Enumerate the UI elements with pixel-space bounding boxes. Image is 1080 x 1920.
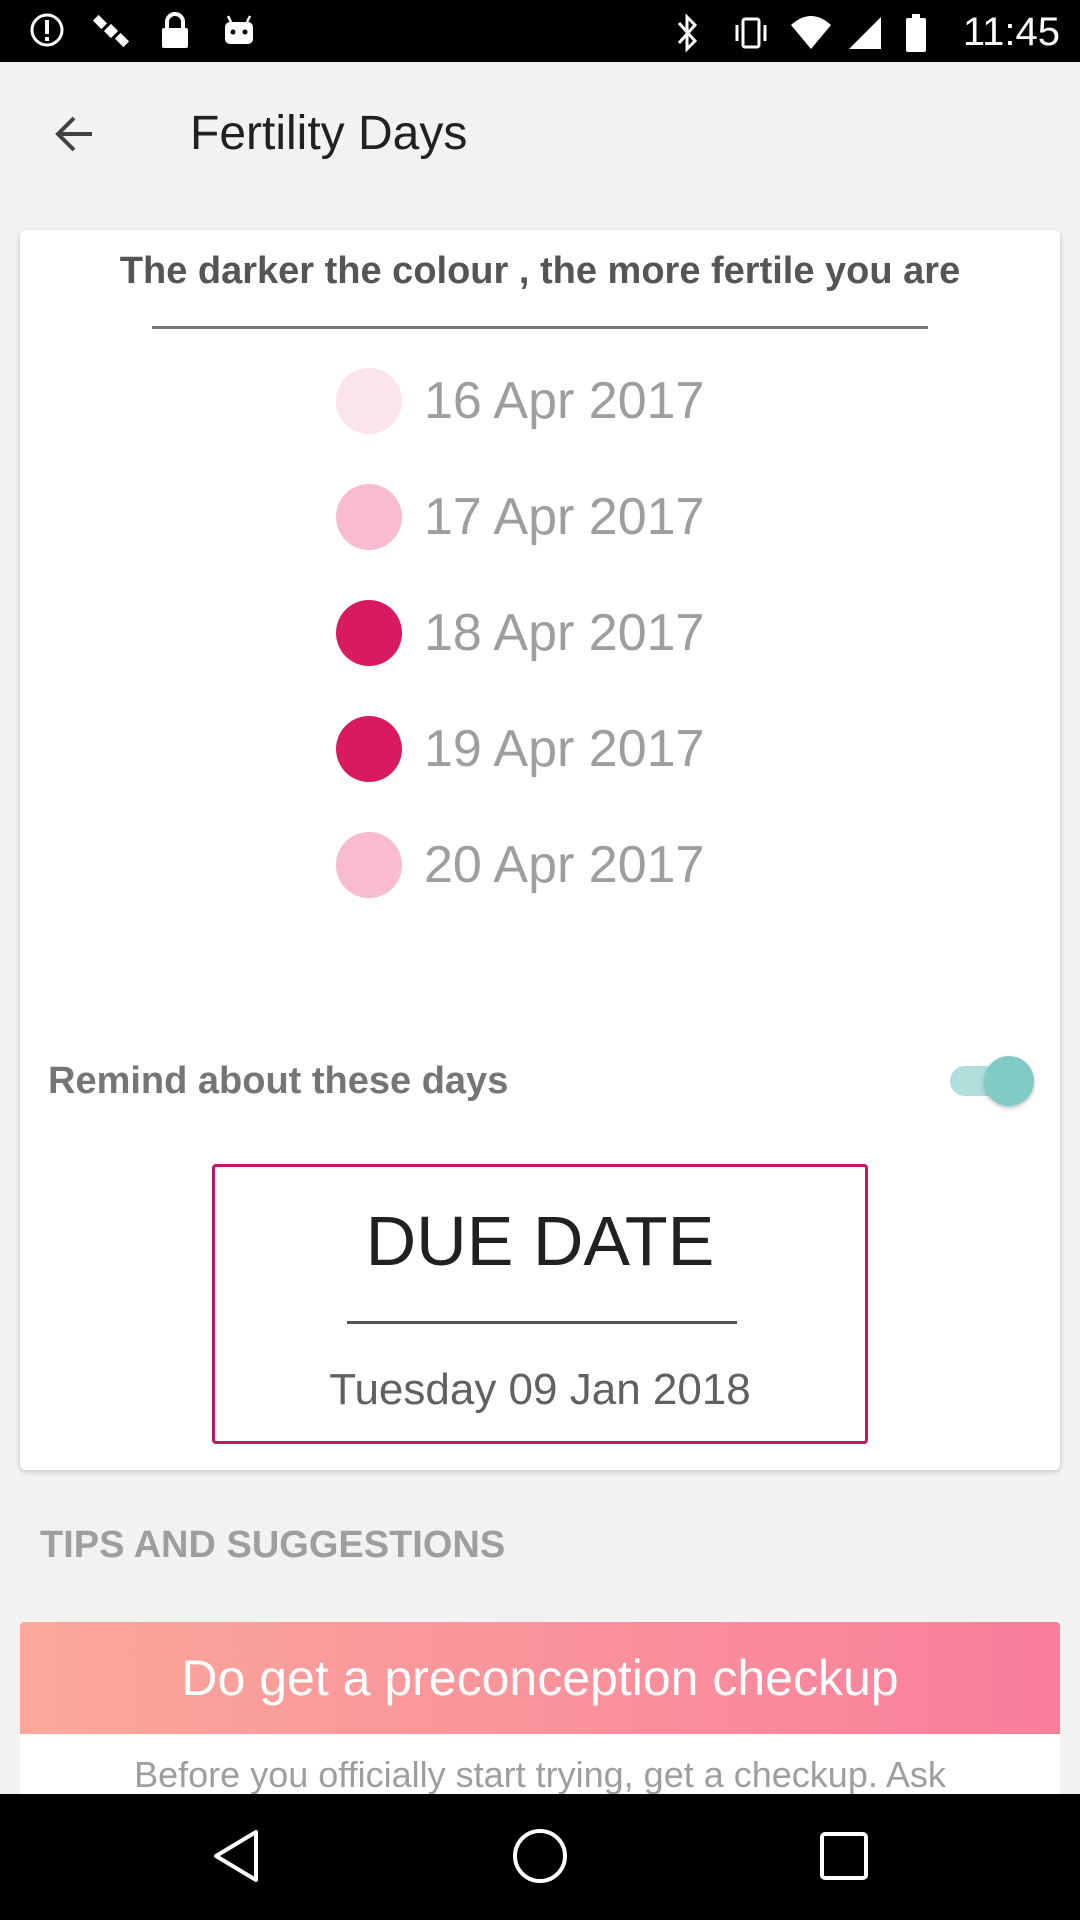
bluetooth-icon	[673, 12, 709, 53]
nav-home-button[interactable]	[504, 1822, 576, 1894]
nav-back-button[interactable]	[200, 1822, 272, 1894]
back-button[interactable]	[40, 106, 108, 166]
day-label: 17 Apr 2017	[424, 488, 705, 546]
fertility-dot	[336, 484, 402, 550]
day-row: 17 Apr 2017	[336, 484, 704, 550]
day-label: 18 Apr 2017	[424, 604, 705, 662]
tips-heading: TIPS AND SUGGESTIONS	[40, 1524, 506, 1566]
fertility-dot	[336, 716, 402, 782]
due-date-divider	[347, 1321, 737, 1324]
day-row: 16 Apr 2017	[336, 368, 704, 434]
day-label: 20 Apr 2017	[424, 836, 705, 894]
day-row: 18 Apr 2017	[336, 600, 704, 666]
card-heading: The darker the colour , the more fertile…	[119, 250, 961, 292]
fertility-card: The darker the colour , the more fertile…	[20, 230, 1060, 1470]
arrow-back-icon	[52, 114, 96, 159]
satellite-icon	[92, 12, 130, 50]
status-time: 11:45	[962, 10, 1060, 54]
day-row: 20 Apr 2017	[336, 832, 704, 898]
battery-icon	[905, 13, 941, 53]
due-date-value: Tuesday 09 Jan 2018	[329, 1365, 751, 1414]
fertility-dot	[336, 600, 402, 666]
back-triangle-icon	[208, 1826, 264, 1891]
signal-icon	[847, 13, 883, 53]
card-divider	[152, 326, 928, 329]
wifi-icon	[789, 13, 831, 53]
remind-toggle[interactable]	[936, 1052, 1036, 1112]
due-date-title: DUE DATE	[365, 1202, 715, 1280]
home-circle-icon	[510, 1826, 570, 1891]
vibrate-icon	[731, 13, 767, 53]
status-bar: 11:45	[0, 0, 1080, 62]
tip-banner[interactable]: Do get a preconception checkup	[20, 1622, 1060, 1734]
toggle-thumb	[984, 1056, 1034, 1106]
status-right-icons: 11:45	[673, 10, 1060, 55]
remind-label: Remind about these days	[48, 1060, 509, 1102]
android-icon	[220, 12, 258, 50]
alert-icon	[28, 12, 66, 50]
fertility-dot	[336, 832, 402, 898]
system-nav-bar	[0, 1794, 1080, 1920]
tip-body-text: Before you officially start trying, get …	[134, 1754, 946, 1794]
status-left-icons	[28, 12, 258, 50]
day-label: 16 Apr 2017	[424, 372, 705, 430]
fertility-dot	[336, 368, 402, 434]
due-date-box[interactable]: DUE DATE Tuesday 09 Jan 2018	[212, 1164, 868, 1444]
page-title: Fertility Days	[190, 107, 468, 160]
lock-icon	[156, 12, 194, 50]
tip-body: Before you officially start trying, get …	[20, 1734, 1060, 1794]
tip-title: Do get a preconception checkup	[181, 1650, 899, 1706]
day-label: 19 Apr 2017	[424, 720, 705, 778]
app-bar: Fertility Days	[0, 62, 1080, 210]
day-row: 19 Apr 2017	[336, 716, 704, 782]
nav-recents-button[interactable]	[808, 1822, 880, 1894]
recents-square-icon	[816, 1828, 872, 1889]
